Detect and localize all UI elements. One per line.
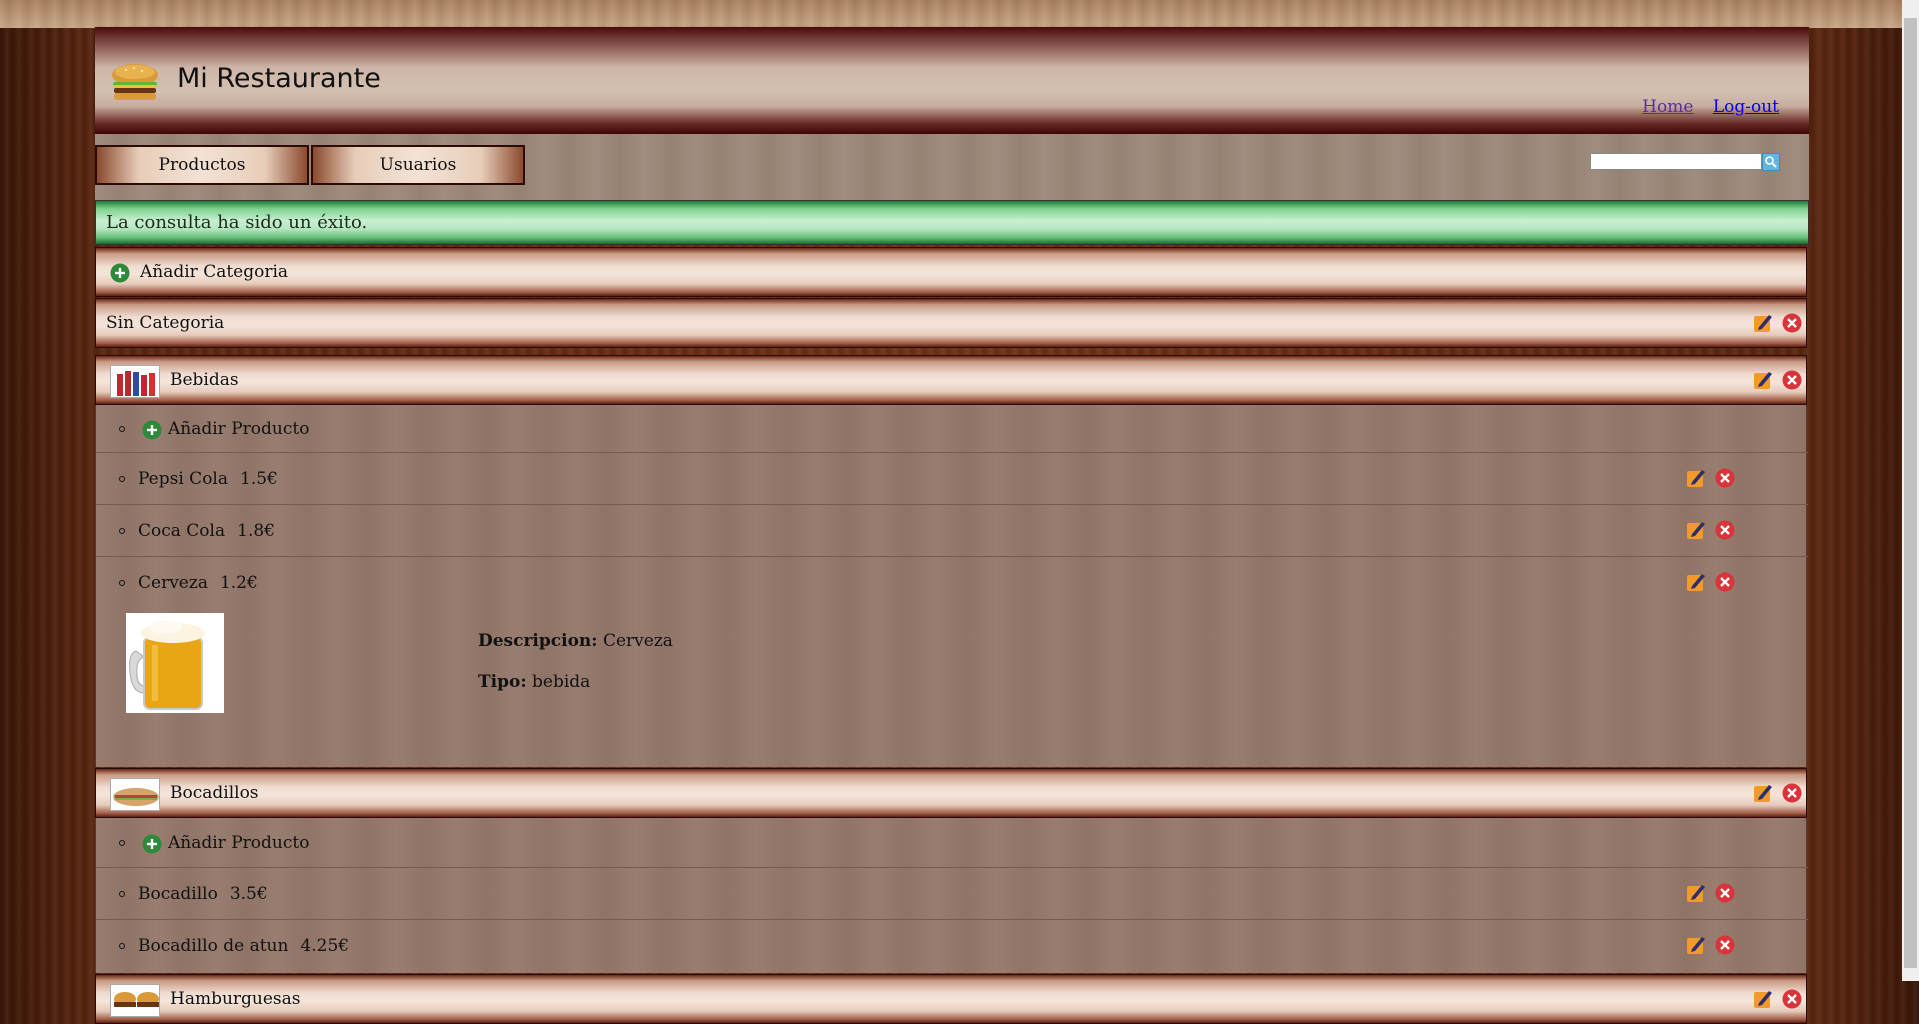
product-name: Coca Cola (138, 521, 226, 541)
delete-icon[interactable] (1715, 520, 1735, 540)
product-label: Bocadillo de atun 4.25€ (138, 936, 349, 956)
list-bullet (119, 528, 125, 534)
scrollbar[interactable] (1902, 0, 1919, 981)
product-label: Coca Cola 1.8€ (138, 521, 275, 541)
tab-usuarios[interactable]: Usuarios (311, 145, 525, 185)
product-list: Añadir Producto Bocadillo 3.5€ Bocadillo … (95, 818, 1808, 973)
product-row-expanded: Cerveza 1.2€ Descripcion: Cerveza Tipo: … (96, 557, 1808, 767)
product-list: Añadir Producto Pepsi Cola 1.5€ Coca Cola… (95, 405, 1808, 767)
product-description: Descripcion: Cerveza (478, 631, 673, 651)
product-type: Tipo: bebida (478, 672, 590, 692)
delete-icon[interactable] (1782, 989, 1802, 1009)
bottles-image (117, 371, 155, 396)
product-name: Pepsi Cola (138, 469, 228, 489)
background-wood-top (0, 0, 1919, 28)
plus-icon (142, 420, 162, 440)
edit-icon[interactable] (1753, 989, 1773, 1009)
category-name: Bebidas (170, 370, 239, 390)
add-category-label: Añadir Categoria (140, 262, 289, 282)
delete-icon[interactable] (1715, 883, 1735, 903)
category-name: Hamburguesas (170, 989, 301, 1009)
category-image (110, 778, 160, 811)
logout-link[interactable]: Log-out (1713, 97, 1779, 117)
product-label: Pepsi Cola 1.5€ (138, 469, 278, 489)
product-price: 1.8€ (237, 521, 275, 541)
type-value: bebida (532, 672, 591, 692)
list-bullet (119, 476, 125, 482)
product-name: Cerveza (138, 573, 208, 593)
tab-productos[interactable]: Productos (95, 145, 309, 185)
edit-icon[interactable] (1686, 935, 1706, 955)
list-bullet (119, 426, 125, 432)
edit-icon[interactable] (1753, 370, 1773, 390)
sandwich-image (113, 788, 159, 806)
add-product-label: Añadir Producto (168, 419, 310, 439)
product-row: Bocadillo de atun 4.25€ (96, 920, 1808, 973)
edit-icon[interactable] (1686, 468, 1706, 488)
product-name: Bocadillo de atun (138, 936, 289, 956)
scrollbar-thumb[interactable] (1904, 18, 1917, 968)
product-image (126, 613, 224, 713)
product-name: Bocadillo (138, 884, 218, 904)
search-icon (1765, 156, 1777, 168)
plus-icon (110, 263, 130, 283)
category-name: Sin Categoria (106, 313, 225, 333)
edit-icon[interactable] (1686, 520, 1706, 540)
delete-icon[interactable] (1715, 572, 1735, 592)
app-title: Mi Restaurante (177, 63, 381, 94)
delete-icon[interactable] (1715, 468, 1735, 488)
edit-icon[interactable] (1686, 572, 1706, 592)
home-link[interactable]: Home (1642, 97, 1693, 117)
product-price: 3.5€ (229, 884, 268, 904)
description-label: Descripcion: (478, 631, 598, 651)
search-input[interactable] (1590, 153, 1762, 170)
header-links: Home Log-out (1628, 97, 1779, 117)
search-button[interactable] (1762, 153, 1780, 171)
add-product-row[interactable]: Añadir Producto (96, 818, 1808, 868)
category-row: Bocadillos (95, 768, 1807, 818)
burgers-image (114, 992, 159, 1007)
add-product-label: Añadir Producto (168, 833, 310, 853)
list-bullet (119, 943, 125, 949)
category-image (110, 984, 160, 1017)
product-row: Bocadillo 3.5€ (96, 868, 1808, 920)
delete-icon[interactable] (1782, 783, 1802, 803)
delete-icon[interactable] (1715, 935, 1735, 955)
list-bullet (119, 840, 125, 846)
product-label: Bocadillo 3.5€ (138, 884, 268, 904)
type-label: Tipo: (478, 672, 527, 692)
list-bullet (119, 580, 125, 586)
description-value: Cerveza (602, 631, 673, 651)
page-container: Mi Restaurante Home Log-out Productos Us… (95, 27, 1809, 1024)
list-bullet (119, 891, 125, 897)
edit-icon[interactable] (1753, 783, 1773, 803)
product-price: 1.2€ (219, 573, 258, 593)
plus-icon (142, 834, 162, 854)
category-image (110, 365, 160, 398)
product-price: 4.25€ (300, 936, 350, 956)
product-price: 1.5€ (240, 469, 278, 489)
add-category-row[interactable]: Añadir Categoria (95, 247, 1807, 297)
delete-icon[interactable] (1782, 313, 1802, 333)
beer-mug-image (129, 620, 205, 710)
category-row: Sin Categoria (95, 298, 1807, 348)
delete-icon[interactable] (1782, 370, 1802, 390)
product-row: Pepsi Cola 1.5€ (96, 453, 1808, 505)
add-product-row[interactable]: Añadir Producto (96, 405, 1808, 453)
success-message: La consulta ha sido un éxito. (95, 200, 1809, 245)
category-row: Hamburguesas (95, 974, 1807, 1024)
app-header: Mi Restaurante Home Log-out (95, 27, 1809, 134)
product-row: Coca Cola 1.8€ (96, 505, 1808, 557)
burger-logo-icon (112, 64, 158, 100)
category-name: Bocadillos (170, 783, 259, 803)
category-row: Bebidas (95, 355, 1807, 405)
edit-icon[interactable] (1753, 313, 1773, 333)
edit-icon[interactable] (1686, 883, 1706, 903)
product-label: Cerveza 1.2€ (138, 573, 258, 593)
